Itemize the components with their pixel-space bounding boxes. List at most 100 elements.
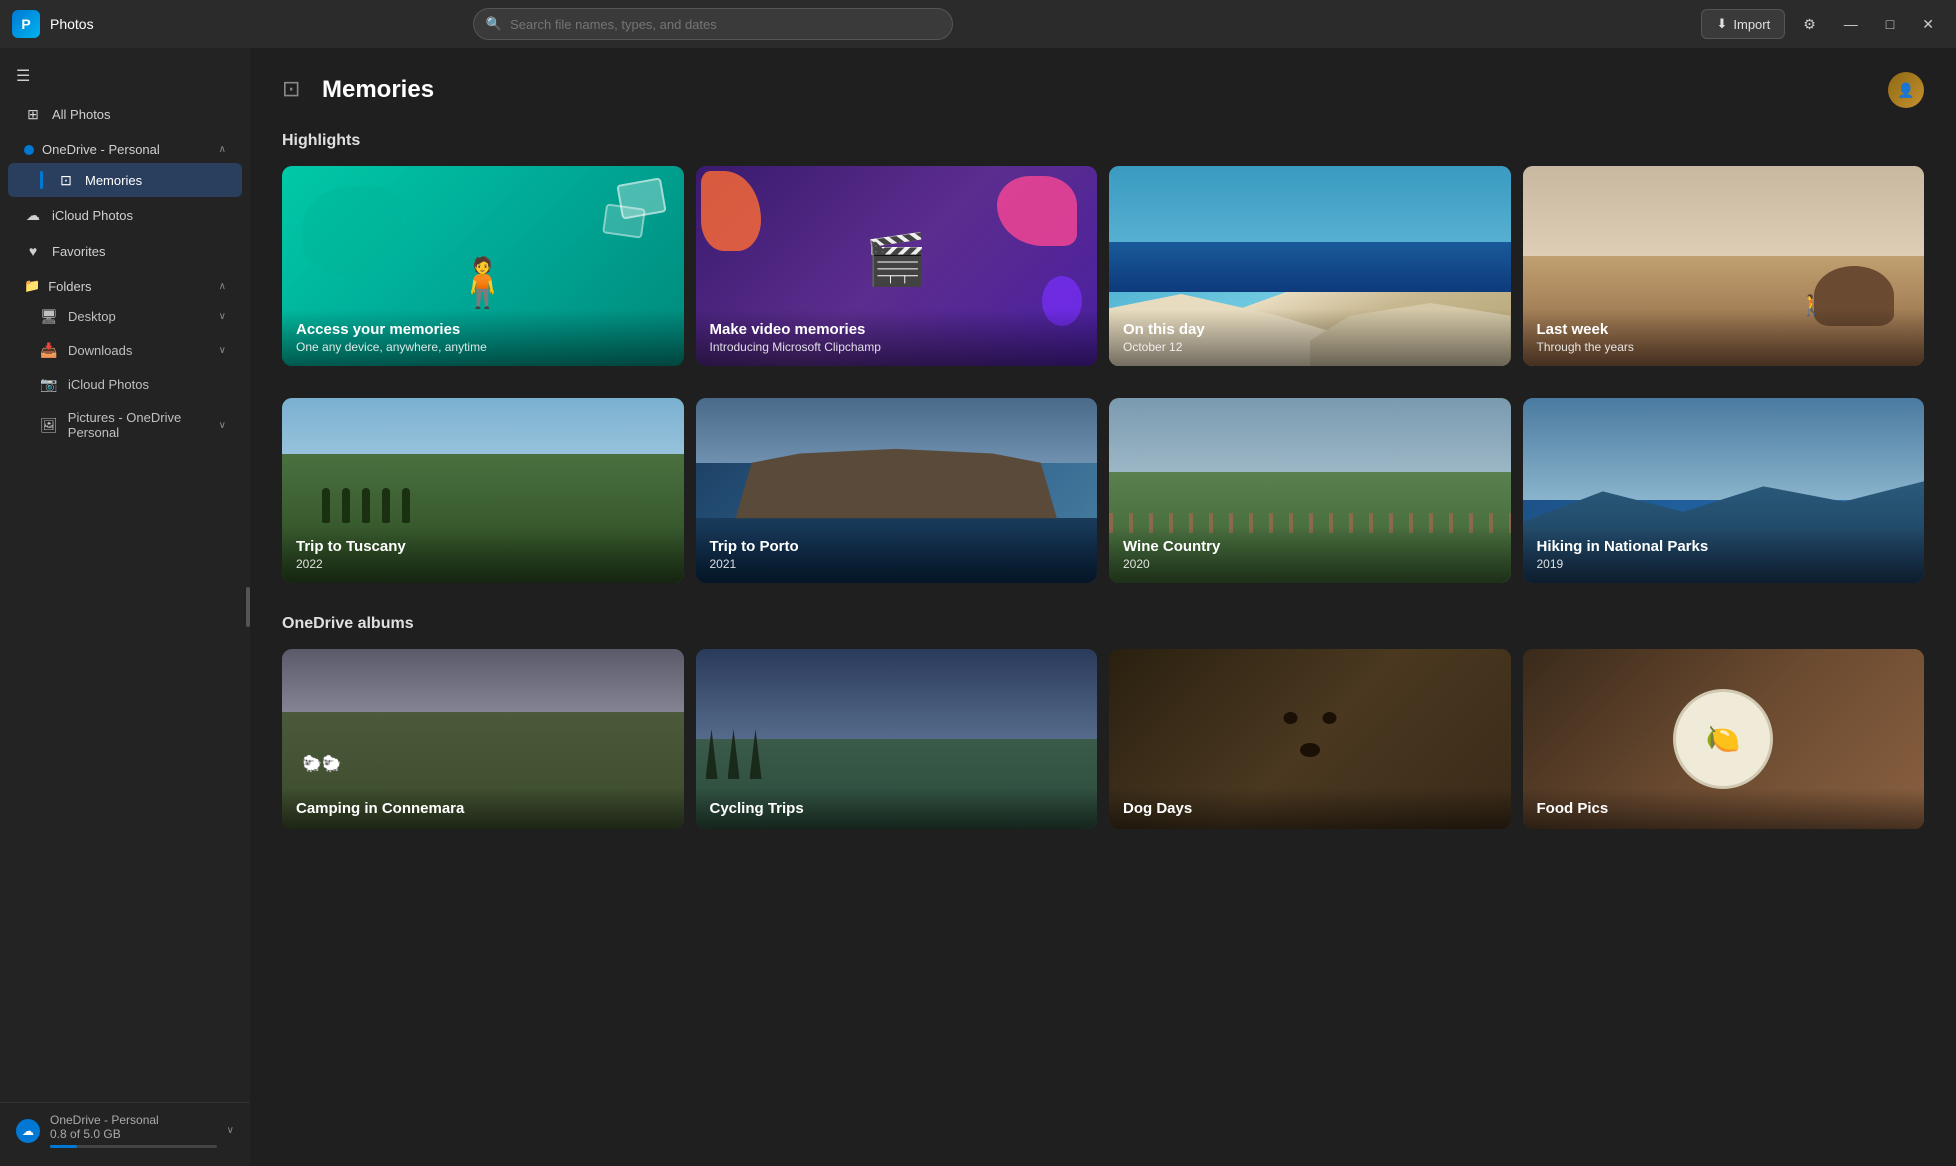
sidebar-onedrive-header[interactable]: OneDrive - Personal ∧ [8,134,242,161]
titlebar: P Photos 🔍 ⬇ Import ⚙ — □ ✕ [0,0,1956,48]
sidebar-item-memories[interactable]: ⊡ Memories [8,163,242,197]
card-last-week-overlay: Last week Through the years [1523,309,1925,366]
sidebar-item-desktop[interactable]: 🖥 Desktop ∨ [8,300,242,333]
album-card-cycling[interactable]: Cycling Trips [696,649,1098,829]
onedrive-label: OneDrive - Personal [42,142,160,157]
memories-accent-bar [40,171,43,189]
food-title: Food Pics [1537,800,1911,817]
highlights-section-title: Highlights [282,132,1924,150]
dog-nose [1300,743,1320,757]
icloud-label: iCloud Photos [52,208,133,223]
tuscany-year: 2022 [296,557,670,571]
minimize-button[interactable]: — [1834,10,1868,38]
cypress-5 [402,488,410,523]
wine-title: Wine Country [1123,538,1497,555]
page-header: ⊡ Memories 👤 [282,72,1924,108]
video-memories-subtitle: Introducing Microsoft Clipchamp [710,340,1084,354]
highlight-card-last-week[interactable]: 🚶 Last week Through the years [1523,166,1925,366]
porto-year: 2021 [710,557,1084,571]
avatar[interactable]: 👤 [1888,72,1924,108]
icloud-photos-label: iCloud Photos [68,377,149,392]
page-title-icon: ⊡ [282,76,310,104]
on-this-day-subtitle: October 12 [1123,340,1497,354]
sidebar-item-favorites[interactable]: ♥ Favorites [8,234,242,268]
highlights-grid: 🧍 Access your memories One any device, a… [282,166,1924,366]
album-card-dog[interactable]: Dog Days [1109,649,1511,829]
cycling-title: Cycling Trips [710,800,1084,817]
search-bar[interactable]: 🔍 [473,8,953,40]
sidebar-item-icloud-photos[interactable]: 📷 iCloud Photos [8,368,242,401]
pine-2 [728,729,740,779]
memories-grid: Trip to Tuscany 2022 Trip to Porto 2021 [282,398,1924,583]
app-title: Photos [50,16,94,32]
sidebar-item-downloads[interactable]: 📥 Downloads ∨ [8,334,242,367]
sidebar-nav: ☰ ⊞ All Photos OneDrive - Personal ∧ ⊡ M… [0,56,250,1102]
app-logo: P [12,10,40,38]
cypress-1 [322,488,330,523]
video-blob-orange [701,171,761,251]
last-week-title: Last week [1537,321,1911,338]
icloud-icon: ☁ [24,207,42,224]
album-card-food[interactable]: 🍋 Food Pics [1523,649,1925,829]
import-icon: ⬇ [1716,16,1727,32]
on-this-day-title: On this day [1123,321,1497,338]
connemara-sky [282,649,684,721]
close-button[interactable]: ✕ [1912,10,1944,39]
all-photos-label: All Photos [52,107,111,122]
dog-eye-left [1283,712,1297,724]
highlight-card-on-this-day[interactable]: On this day October 12 [1109,166,1511,366]
wine-sky [1109,398,1511,481]
desktop-chevron: ∨ [219,311,226,322]
highlight-card-video-memories[interactable]: 🎬 Make video memories Introducing Micros… [696,166,1098,366]
sidebar-item-pictures[interactable]: 🖼 Pictures - OneDrive Personal ∨ [8,402,242,448]
access-memories-subtitle: One any device, anywhere, anytime [296,340,670,354]
onedrive-chevron: ∧ [219,144,226,155]
memories-icon: ⊡ [57,172,75,189]
main-content: ⊡ Memories 👤 Highlights 🧍 Access your me… [250,48,1956,1166]
tuscany-trees [322,488,410,523]
app-body: ☰ ⊞ All Photos OneDrive - Personal ∧ ⊡ M… [0,48,1956,1166]
albums-grid: 🐑🐑 Camping in Connemara Cycling Trips [282,649,1924,829]
sidebar-item-all-photos[interactable]: ⊞ All Photos [8,97,242,132]
pine-3 [750,729,762,779]
connemara-title: Camping in Connemara [296,800,670,817]
sidebar-folders-header[interactable]: 📁 Folders ∧ [8,270,242,298]
import-label: Import [1733,17,1770,32]
wine-text-overlay: Wine Country 2020 [1109,526,1511,583]
last-week-subtitle: Through the years [1537,340,1911,354]
wine-year: 2020 [1123,557,1497,571]
import-button[interactable]: ⬇ Import [1701,9,1785,39]
maximize-button[interactable]: □ [1876,10,1904,38]
sidebar-item-icloud[interactable]: ☁ iCloud Photos [8,198,242,233]
downloads-label: Downloads [68,343,132,358]
hamburger-button[interactable]: ☰ [0,56,250,96]
connemara-sheep: 🐑🐑 [302,754,342,774]
video-blob-pink [997,176,1077,246]
cycling-text-overlay: Cycling Trips [696,788,1098,829]
storage-label: OneDrive - Personal [50,1113,217,1127]
pictures-label: Pictures - OneDrive Personal [68,410,209,440]
folders-label: Folders [48,279,91,294]
dog-eyes [1283,712,1336,724]
highlight-card-access-memories[interactable]: 🧍 Access your memories One any device, a… [282,166,684,366]
page-title: Memories [322,76,434,104]
search-icon: 🔍 [486,16,502,32]
memories-label: Memories [85,173,142,188]
sidebar-resize-handle[interactable] [246,587,250,627]
pictures-icon: 🖼 [40,417,58,434]
album-card-connemara[interactable]: 🐑🐑 Camping in Connemara [282,649,684,829]
card-access-memories-overlay: Access your memories One any device, any… [282,309,684,366]
memory-card-national-parks[interactable]: Hiking in National Parks 2019 [1523,398,1925,583]
storage-chevron: ∨ [227,1125,234,1136]
onedrive-badge [24,145,34,155]
folders-chevron: ∧ [219,281,226,292]
memory-card-tuscany[interactable]: Trip to Tuscany 2022 [282,398,684,583]
dog-title: Dog Days [1123,800,1497,817]
memory-card-porto[interactable]: Trip to Porto 2021 [696,398,1098,583]
search-input[interactable] [510,17,940,32]
desktop-label: Desktop [68,309,116,324]
dog-eye-right [1322,712,1336,724]
memory-card-wine-country[interactable]: Wine Country 2020 [1109,398,1511,583]
settings-button[interactable]: ⚙ [1793,10,1826,39]
connemara-text-overlay: Camping in Connemara [282,788,684,829]
